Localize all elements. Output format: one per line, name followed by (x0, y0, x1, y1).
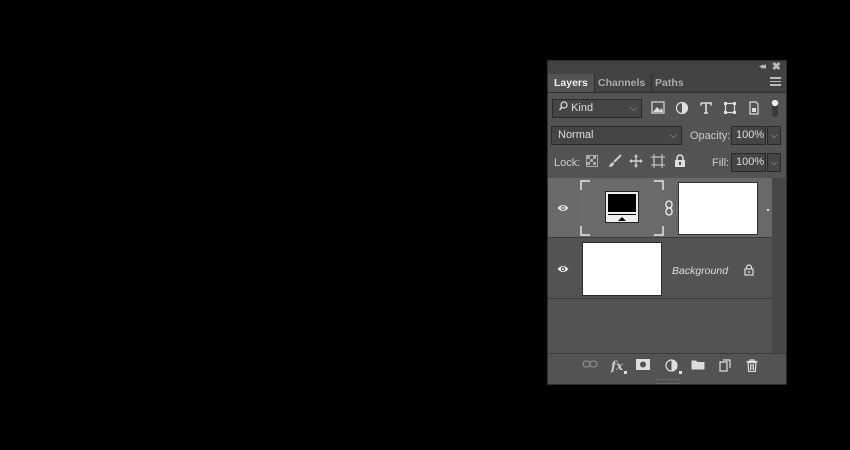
lock-icon (744, 264, 754, 279)
blend-mode-select[interactable]: Normal ⌵ (551, 126, 682, 145)
add-mask-icon[interactable] (635, 359, 651, 373)
lock-row: Lock: Fill: 100% ⌵ (548, 153, 786, 175)
lock-transparent-pixels-icon[interactable] (586, 155, 602, 171)
collapse-icon[interactable]: ◂◂ (759, 61, 766, 72)
adjustment-layer-icon[interactable] (663, 359, 679, 373)
kind-filter-select[interactable]: Kind ⌵ (552, 99, 642, 118)
opacity-dropdown[interactable]: ⌵ (767, 126, 781, 145)
layer-name[interactable]: Background (672, 265, 728, 277)
fill-dropdown[interactable]: ⌵ (767, 153, 781, 172)
new-layer-icon[interactable] (717, 359, 733, 373)
smart-object-filter-icon[interactable] (747, 101, 763, 117)
resize-grip[interactable] (656, 379, 680, 384)
chevron-down-icon: ⌵ (630, 103, 637, 113)
fill-label: Fill: (712, 157, 730, 169)
lock-label: Lock: (554, 157, 581, 169)
layers-list: Background (548, 178, 786, 353)
blend-mode-value: Normal (558, 129, 594, 141)
type-filter-icon[interactable] (699, 101, 715, 117)
layer-row-background[interactable]: Background (548, 239, 772, 299)
fx-dropdown-marker (624, 371, 627, 374)
fx-icon[interactable]: fx (609, 359, 625, 373)
lock-all-icon[interactable] (674, 154, 690, 170)
layers-panel: ◂◂ ✖ Layers Channels Paths Kind ⌵ Normal… (547, 60, 787, 385)
shape-filter-icon[interactable] (723, 101, 739, 117)
layer-thumbnail[interactable] (582, 242, 662, 296)
layer-row-adjustment[interactable] (548, 178, 772, 238)
layer-mask-thumbnail[interactable] (678, 182, 758, 235)
close-icon[interactable]: ✖ (772, 60, 781, 73)
tab-paths[interactable]: Paths (649, 74, 690, 92)
adjustment-dropdown-marker (679, 371, 682, 374)
tab-channels[interactable]: Channels (592, 74, 653, 92)
eye-icon[interactable] (557, 202, 569, 214)
opacity-input[interactable]: 100% (731, 126, 766, 145)
layers-bottom-bar: fx (548, 353, 786, 378)
adjustment-thumbnail-icon (605, 191, 639, 223)
search-icon (558, 100, 568, 117)
chain-link-icon[interactable] (665, 200, 673, 216)
eye-icon[interactable] (557, 263, 569, 275)
panel-menu-icon[interactable] (770, 77, 781, 88)
link-layers-icon[interactable] (582, 359, 598, 373)
kind-label: Kind (571, 102, 594, 114)
filter-row: Kind ⌵ (548, 99, 786, 121)
adjustment-filter-icon[interactable] (675, 101, 691, 117)
delete-icon[interactable] (744, 359, 760, 373)
lock-position-icon[interactable] (629, 154, 645, 170)
filter-toggle-icon[interactable] (770, 98, 780, 118)
image-filter-icon[interactable] (651, 101, 667, 117)
chevron-down-icon: ⌵ (670, 130, 677, 140)
layer-name-marker (767, 209, 769, 211)
lock-artboard-icon[interactable] (651, 154, 667, 170)
fill-input[interactable]: 100% (731, 153, 766, 172)
opacity-label: Opacity: (690, 130, 731, 142)
panel-title-bar[interactable]: ◂◂ ✖ (548, 61, 786, 74)
tab-layers[interactable]: Layers (548, 74, 595, 92)
new-group-icon[interactable] (690, 359, 706, 373)
lock-image-pixels-icon[interactable] (608, 154, 624, 170)
layer-thumbnail-frame (580, 180, 664, 236)
panel-tab-bar: Layers Channels Paths (548, 74, 786, 93)
blend-row: Normal ⌵ Opacity: 100% ⌵ (548, 126, 786, 148)
layers-scrollbar[interactable] (772, 178, 786, 353)
